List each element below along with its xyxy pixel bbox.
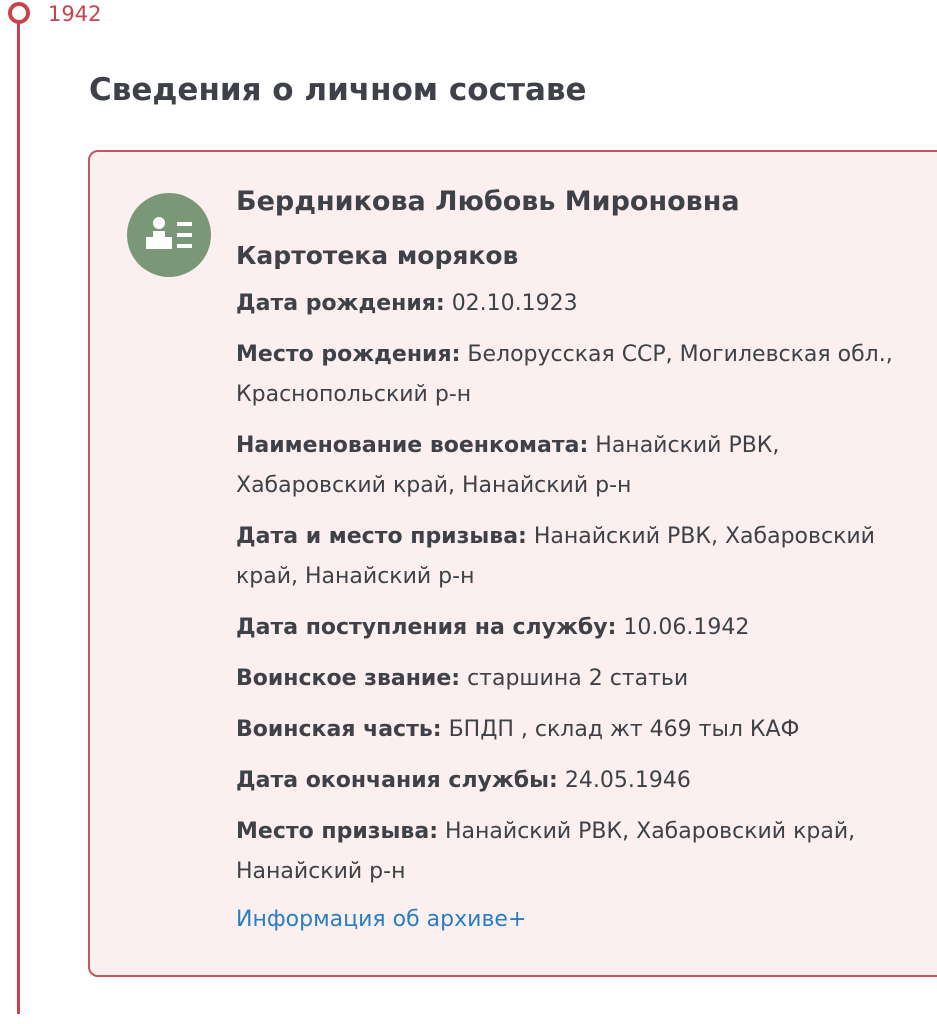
field-birth-date: Дата рождения: 02.10.1923 — [236, 284, 936, 324]
field-value: старшина 2 статьи — [467, 666, 689, 691]
field-birth-place: Место рождения: Белорусская ССР, Могилев… — [236, 335, 936, 415]
field-label: Дата окончания службы: — [236, 768, 558, 793]
person-list-icon — [127, 193, 211, 277]
field-conscription-place: Место призыва: Нанайский РВК, Хабаровски… — [236, 812, 936, 892]
timeline-dot — [8, 2, 30, 24]
field-label: Место рождения: — [236, 342, 461, 367]
field-label: Наименование военкомата: — [236, 433, 589, 458]
card-body: Бердникова Любовь Мироновна Картотека мо… — [236, 182, 936, 938]
field-label: Воинское звание: — [236, 666, 461, 691]
source-name: Картотека моряков — [236, 241, 519, 270]
archive-info-link[interactable]: Информация об архиве+ — [236, 902, 526, 938]
field-value: 10.06.1942 — [623, 615, 750, 640]
field-military-rank: Воинское звание: старшина 2 статьи — [236, 659, 936, 699]
field-service-start-date: Дата поступления на службу: 10.06.1942 — [236, 608, 936, 648]
person-name: Бердникова Любовь Мироновна — [236, 186, 740, 217]
field-label: Дата поступления на службу: — [236, 615, 617, 640]
section-title: Сведения о личном составе — [89, 72, 587, 108]
field-value: 02.10.1923 — [451, 291, 578, 316]
field-label: Воинская часть: — [236, 717, 442, 742]
page: 1942 Сведения о личном составе Бердников… — [0, 0, 937, 1024]
field-enlistment-office: Наименование военкомата: Нанайский РВК, … — [236, 426, 936, 506]
field-military-unit: Воинская часть: БПДП , склад жт 469 тыл … — [236, 710, 936, 750]
field-value: 24.05.1946 — [564, 768, 691, 793]
field-service-end-date: Дата окончания службы: 24.05.1946 — [236, 761, 936, 801]
personnel-record-card: Бердникова Любовь Мироновна Картотека мо… — [88, 150, 937, 977]
field-value: БПДП , склад жт 469 тыл КАФ — [448, 717, 800, 742]
field-label: Дата рождения: — [236, 291, 445, 316]
field-conscription-date-place: Дата и место призыва: Нанайский РВК, Хаб… — [236, 517, 936, 597]
field-label: Дата и место призыва: — [236, 524, 527, 549]
person-list-icon-graphic — [146, 217, 192, 249]
timeline-line — [17, 14, 20, 1014]
timeline-year: 1942 — [48, 2, 102, 26]
field-label: Место призыва: — [236, 819, 438, 844]
